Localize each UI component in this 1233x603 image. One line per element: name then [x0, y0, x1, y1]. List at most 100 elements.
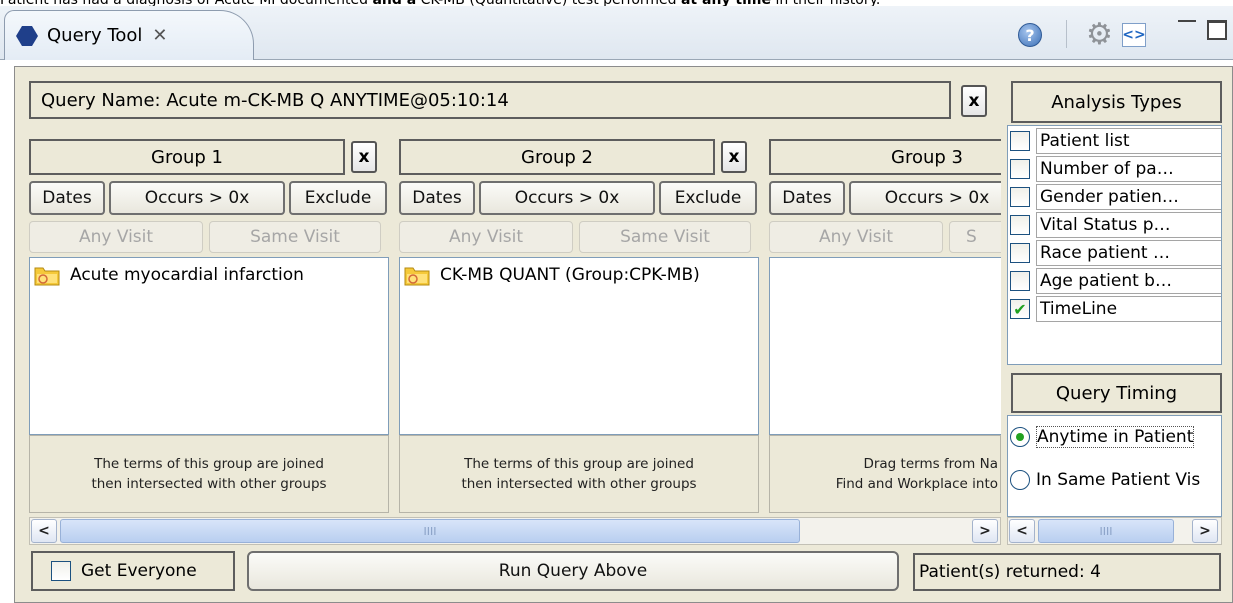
toolbar-divider: [1066, 20, 1067, 48]
hint-line: The terms of this group are joined: [94, 456, 324, 472]
any-visit-button[interactable]: Any Visit: [399, 221, 573, 253]
checkbox-checked[interactable]: ✔: [1010, 299, 1030, 319]
settings-button[interactable]: ⚙: [1086, 18, 1113, 52]
clear-group-button[interactable]: x: [351, 141, 377, 173]
group-term-list[interactable]: CK-MB QUANT (Group:CPK-MB): [399, 257, 759, 435]
query-tool-icon: [16, 25, 38, 46]
scroll-left-button[interactable]: <: [1009, 519, 1035, 543]
groups-horizontal-scrollbar[interactable]: < IIII >: [29, 517, 1001, 545]
same-visit-button[interactable]: Same Visit: [579, 221, 751, 253]
folder-icon: [404, 267, 430, 286]
tab-query-tool[interactable]: Query Tool ✕: [4, 10, 254, 60]
checkbox[interactable]: [1010, 215, 1030, 235]
list-item[interactable]: Acute myocardial infarction: [34, 264, 304, 286]
hint-line: Drag terms from Na: [863, 456, 998, 472]
occurs-button[interactable]: Occurs > 0x: [109, 181, 285, 215]
help-button[interactable]: ?: [1018, 18, 1042, 52]
radio[interactable]: [1010, 470, 1030, 490]
group-hint: The terms of this group are joined then …: [399, 435, 759, 513]
analysis-type-item[interactable]: ✔ TimeLine: [1010, 296, 1221, 322]
clear-group-button[interactable]: x: [721, 141, 747, 173]
query-tool-panel: Query Name: Acute m-CK-MB Q ANYTIME@05:1…: [14, 66, 1233, 603]
run-query-button[interactable]: Run Query Above: [247, 551, 899, 591]
occurs-button[interactable]: Occurs > 0x: [849, 181, 1001, 215]
analysis-type-label: Vital Status p…: [1036, 212, 1221, 238]
timing-option-same-visit[interactable]: In Same Patient Vis: [1010, 470, 1200, 490]
group-panel-2: Group 2 x Dates Occurs > 0x Exclude Any …: [399, 139, 759, 517]
xml-icon: <>: [1122, 23, 1146, 47]
get-everyone-label: Get Everyone: [81, 561, 197, 581]
timing-option-anytime[interactable]: Anytime in Patient: [1010, 426, 1195, 448]
group-term-list[interactable]: Acute myocardial infarction: [29, 257, 389, 435]
group-title: Group 3: [769, 139, 1001, 175]
same-visit-button[interactable]: S: [949, 221, 1001, 253]
timing-horizontal-scrollbar[interactable]: < IIII >: [1007, 517, 1222, 545]
dates-button[interactable]: Dates: [29, 181, 105, 215]
analysis-type-item[interactable]: Patient list: [1010, 128, 1221, 154]
exclude-button[interactable]: Exclude: [659, 181, 757, 215]
analysis-type-label: Patient list: [1036, 128, 1221, 154]
query-name-field[interactable]: Query Name: Acute m-CK-MB Q ANYTIME@05:1…: [29, 81, 951, 119]
view-tab-bar: Query Tool ✕ ? ⚙ <>: [0, 6, 1233, 60]
analysis-type-label: Gender patien…: [1036, 184, 1221, 210]
get-everyone-checkbox[interactable]: Get Everyone: [31, 551, 235, 591]
dates-button[interactable]: Dates: [399, 181, 475, 215]
query-timing-header: Query Timing: [1011, 373, 1222, 413]
checkbox[interactable]: [1010, 131, 1030, 151]
occurs-button[interactable]: Occurs > 0x: [479, 181, 655, 215]
hint-line: The terms of this group are joined: [464, 456, 694, 472]
checkbox[interactable]: [1010, 159, 1030, 179]
group-hint: The terms of this group are joined then …: [29, 435, 389, 513]
hint-line: then intersected with other groups: [91, 476, 327, 492]
analysis-type-item[interactable]: Number of pa…: [1010, 156, 1221, 182]
query-timing-options: Anytime in Patient In Same Patient Vis: [1007, 415, 1222, 517]
analysis-type-item[interactable]: Age patient b…: [1010, 268, 1221, 294]
analysis-type-item[interactable]: Race patient …: [1010, 240, 1221, 266]
clear-query-button[interactable]: x: [961, 85, 987, 117]
close-icon[interactable]: ✕: [152, 25, 167, 46]
folder-icon: [34, 267, 60, 286]
scroll-thumb[interactable]: IIII: [60, 519, 800, 543]
same-visit-button[interactable]: Same Visit: [209, 221, 381, 253]
timing-option-label: In Same Patient Vis: [1036, 470, 1201, 490]
group-panel-3: Group 3 Dates Occurs > 0x Any Visit S Dr…: [769, 139, 1001, 517]
maximize-icon[interactable]: [1207, 20, 1227, 40]
help-icon: ?: [1018, 23, 1042, 47]
radio-selected[interactable]: [1010, 427, 1030, 447]
checkbox[interactable]: [1010, 271, 1030, 291]
group-term-list[interactable]: [769, 257, 1001, 435]
analysis-types-list: Patient list Number of pa… Gender patien…: [1007, 125, 1222, 365]
scroll-left-button[interactable]: <: [31, 519, 57, 543]
timing-option-label: Anytime in Patient: [1036, 426, 1195, 448]
checkbox[interactable]: [1010, 243, 1030, 263]
list-item[interactable]: CK-MB QUANT (Group:CPK-MB): [404, 264, 700, 286]
any-visit-button[interactable]: Any Visit: [29, 221, 203, 253]
analysis-type-item[interactable]: Vital Status p…: [1010, 212, 1221, 238]
analysis-type-label: Number of pa…: [1036, 156, 1221, 182]
scroll-right-button[interactable]: >: [972, 519, 998, 543]
group-title: Group 2: [399, 139, 715, 175]
analysis-types-header: Analysis Types: [1011, 81, 1222, 123]
scroll-thumb[interactable]: IIII: [1038, 519, 1174, 543]
patients-returned-status: Patient(s) returned: 4: [913, 553, 1221, 591]
hint-line: Find and Workplace into: [835, 476, 998, 492]
group-panel-1: Group 1 x Dates Occurs > 0x Exclude Any …: [29, 139, 389, 517]
minimize-icon[interactable]: [1178, 20, 1196, 22]
analysis-type-label: Race patient …: [1036, 240, 1221, 266]
exclude-button[interactable]: Exclude: [289, 181, 387, 215]
checkbox[interactable]: [51, 561, 71, 581]
tab-title: Query Tool: [47, 25, 143, 46]
gear-icon: ⚙: [1086, 17, 1113, 52]
checkbox[interactable]: [1010, 187, 1030, 207]
analysis-type-item[interactable]: Gender patien…: [1010, 184, 1221, 210]
dates-button[interactable]: Dates: [769, 181, 845, 215]
scroll-right-button[interactable]: >: [1192, 519, 1218, 543]
term-label: CK-MB QUANT (Group:CPK-MB): [440, 265, 700, 285]
group-title: Group 1: [29, 139, 345, 175]
analysis-type-label: Age patient b…: [1036, 268, 1221, 294]
term-label: Acute myocardial infarction: [70, 265, 304, 285]
group-hint: Drag terms from Na Find and Workplace in…: [769, 435, 1001, 513]
any-visit-button[interactable]: Any Visit: [769, 221, 943, 253]
analysis-type-label: TimeLine: [1036, 296, 1221, 322]
show-xml-button[interactable]: <>: [1122, 18, 1146, 52]
